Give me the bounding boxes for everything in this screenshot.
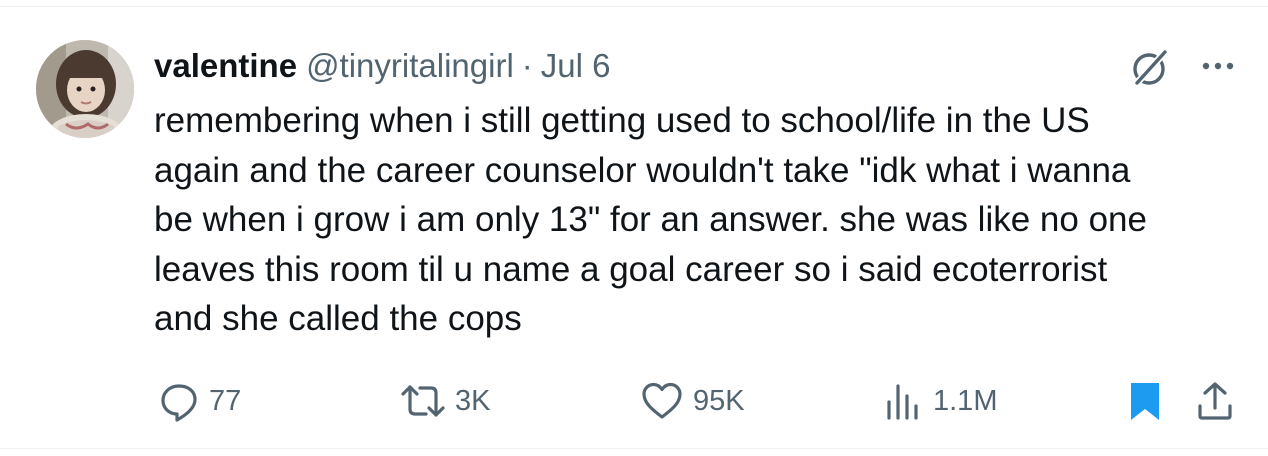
like-button[interactable]: 95K	[640, 376, 745, 426]
reply-count: 77	[209, 384, 242, 417]
reply-icon	[158, 380, 200, 422]
avatar[interactable]	[36, 40, 134, 138]
display-name[interactable]: valentine	[154, 47, 297, 85]
grok-icon[interactable]	[1128, 46, 1172, 90]
more-icon[interactable]	[1196, 54, 1240, 78]
views-icon	[884, 380, 924, 422]
bookmark-button[interactable]	[1128, 376, 1162, 426]
reply-button[interactable]: 77	[158, 376, 241, 426]
share-icon	[1196, 380, 1234, 422]
bookmark-icon	[1128, 380, 1162, 422]
separator-dot: ·	[521, 47, 533, 84]
action-bar: 77 3K 95K 1.1M	[0, 376, 1268, 426]
user-handle[interactable]: @tinyritalingirl	[306, 47, 514, 85]
repost-button[interactable]: 3K	[400, 376, 490, 426]
heart-icon	[640, 380, 684, 422]
share-button[interactable]	[1196, 376, 1234, 426]
bottom-divider	[0, 448, 1268, 449]
views-button[interactable]: 1.1M	[884, 376, 997, 426]
like-count: 95K	[693, 384, 745, 417]
tweet-text: remembering when i still getting used to…	[154, 101, 1147, 338]
repost-icon	[400, 380, 446, 422]
top-divider	[0, 6, 1268, 7]
repost-count: 3K	[455, 384, 491, 417]
views-count: 1.1M	[933, 384, 998, 417]
tweet-header: valentine @tinyritalingirl · Jul 6	[154, 44, 611, 88]
tweet-date[interactable]: Jul 6	[541, 47, 611, 85]
avatar-image	[36, 40, 134, 138]
